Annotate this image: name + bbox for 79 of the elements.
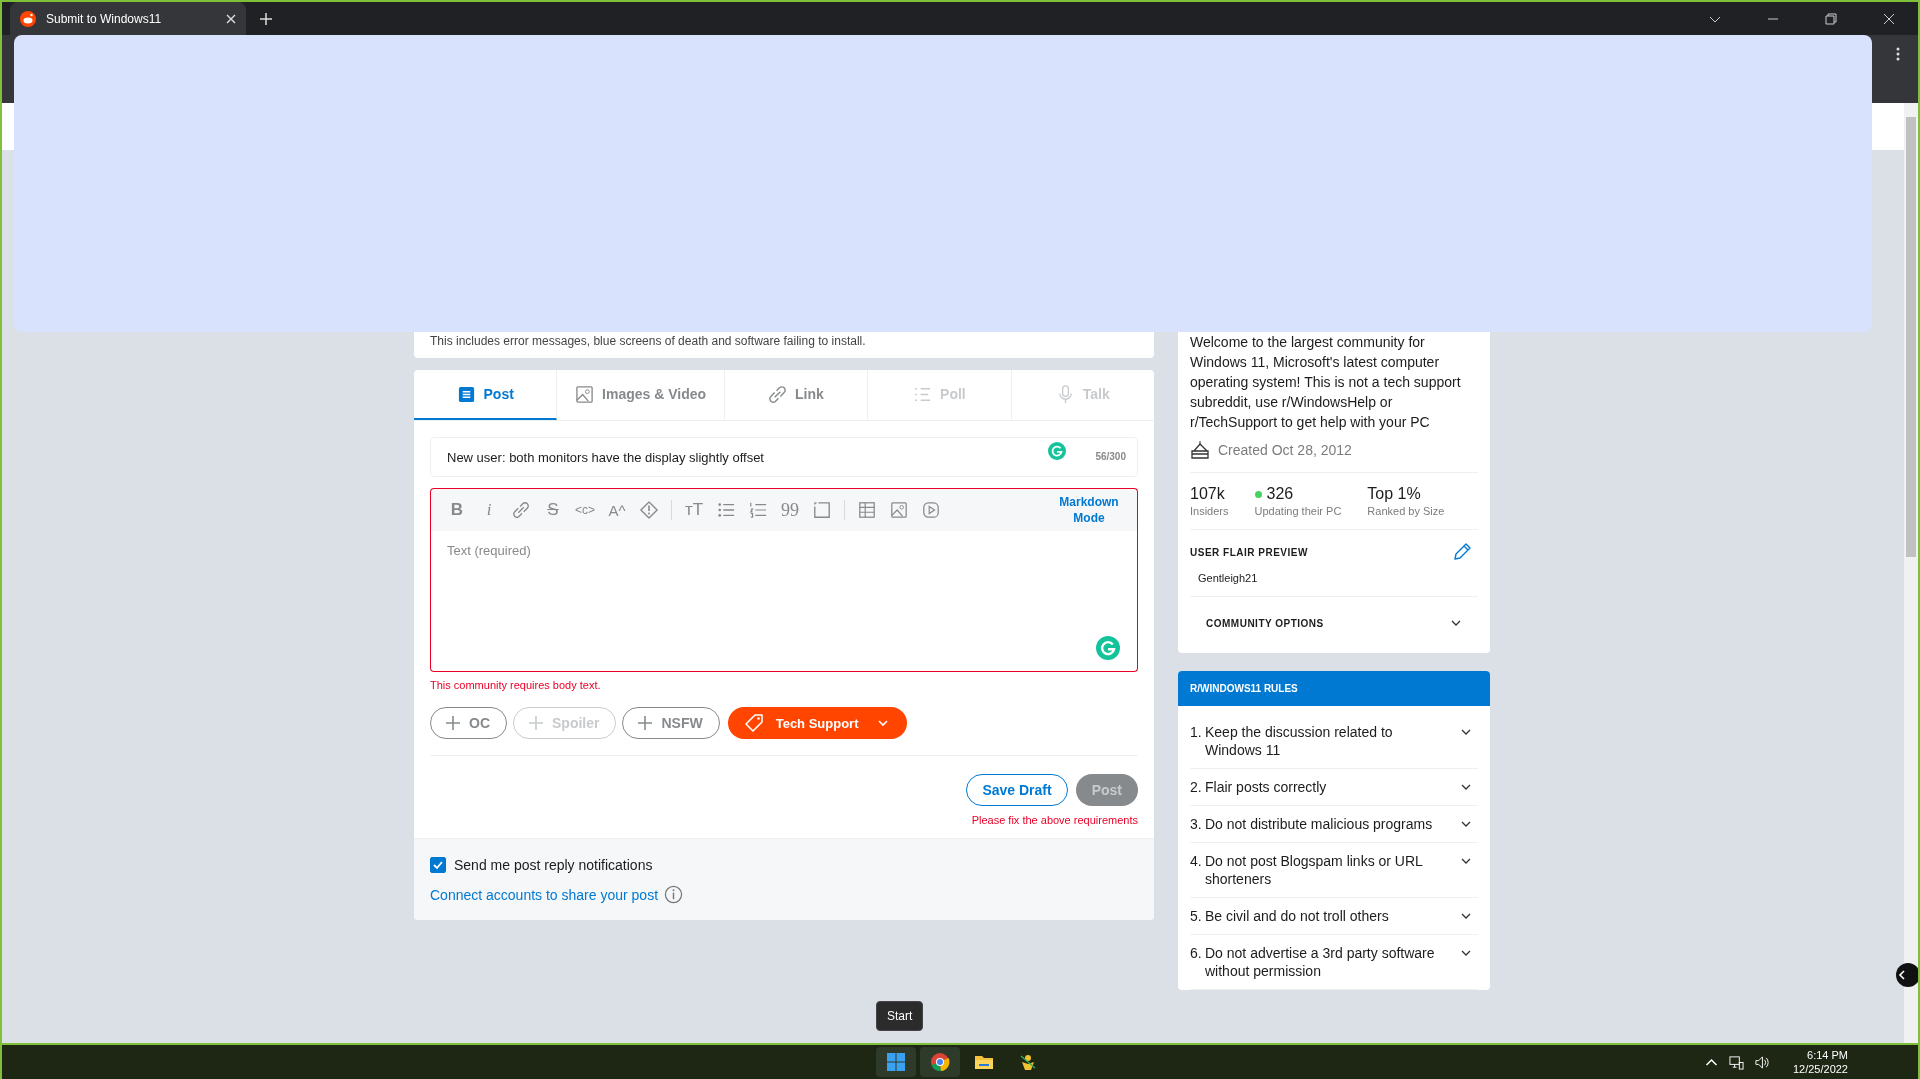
numbered-list-icon	[749, 501, 767, 519]
rule-item[interactable]: 4. Do not post Blogspam links or URL shorteners	[1190, 843, 1478, 898]
rule-item[interactable]: 1. Keep the discussion related to Windows 11	[1190, 714, 1478, 769]
pencil-icon[interactable]	[1452, 542, 1472, 562]
italic-button[interactable]: i	[473, 496, 505, 524]
save-draft-button[interactable]: Save Draft	[966, 774, 1068, 806]
created-date: Created Oct 28, 2012	[1218, 442, 1352, 458]
menu-icon[interactable]	[1896, 47, 1900, 61]
clock-time: 6:14 PM	[1807, 1048, 1848, 1062]
section-heading: USER FLAIR PREVIEW	[1190, 546, 1308, 558]
quote-button[interactable]: 99	[774, 496, 806, 524]
link-icon	[768, 384, 788, 404]
rule-item[interactable]: 5. Be civil and do not troll others	[1190, 898, 1478, 935]
error-message: This community requires body text.	[430, 679, 602, 691]
stat-value: 326	[1266, 485, 1294, 503]
table-icon	[858, 501, 876, 519]
plus-icon	[637, 715, 654, 731]
speaker-icon[interactable]	[1753, 1054, 1769, 1070]
image-icon	[890, 501, 908, 519]
post-type-tab[interactable]: Images & Video	[557, 370, 725, 420]
body-text-field[interactable]: Text (required)	[430, 531, 1138, 672]
network-icon[interactable]	[1728, 1054, 1744, 1070]
cake-icon	[1190, 440, 1210, 460]
scrollbar[interactable]	[1904, 103, 1918, 1043]
browser-app-button[interactable]	[920, 1047, 960, 1077]
tag-icon	[743, 713, 764, 733]
stat-label: Ranked by Size	[1367, 505, 1445, 517]
post-type-tab[interactable]: Link	[724, 370, 869, 420]
community-options-toggle[interactable]: COMMUNITY OPTIONS	[1190, 609, 1478, 643]
info-icon[interactable]	[664, 885, 684, 904]
bold-button[interactable]: B	[441, 496, 473, 524]
caret-icon	[876, 717, 889, 729]
error-message: Please fix the above requirements	[970, 814, 1138, 826]
rule-item[interactable]: 3. Do not distribute malicious programs	[1190, 806, 1478, 843]
browser-tab[interactable]: Submit to Windows11	[10, 2, 246, 35]
document-icon	[456, 384, 476, 404]
close-tab-icon[interactable]	[226, 13, 236, 24]
warning-diamond-icon	[640, 501, 658, 519]
check-icon	[432, 859, 444, 871]
checkbox[interactable]	[430, 857, 446, 873]
stat-label: Insiders	[1190, 505, 1229, 517]
restore-icon[interactable]	[1825, 12, 1837, 25]
site-icon	[20, 10, 36, 27]
browser-icon	[930, 1052, 950, 1072]
close-icon[interactable]	[1883, 12, 1895, 25]
code-block-icon	[813, 501, 831, 519]
rules-title: R/WINDOWS11 RULES	[1178, 671, 1490, 706]
stat-value: Top 1%	[1367, 485, 1421, 503]
plus-icon	[528, 715, 544, 731]
play-icon	[922, 501, 940, 519]
rule-item[interactable]: 6. Do not advertise a 3rd party software without permission	[1190, 935, 1478, 990]
post-type-tab[interactable]: Post	[414, 370, 558, 420]
strikethrough-button[interactable]: S	[537, 496, 569, 524]
stat-label: Updating their PC	[1254, 505, 1342, 517]
image-icon	[575, 384, 595, 404]
app-icon	[1018, 1052, 1038, 1072]
bulleted-list-icon	[717, 501, 735, 519]
user-flair: Gentleigh21	[1198, 572, 1259, 584]
rule-item[interactable]: 2. Flair posts correctly	[1190, 769, 1478, 806]
markdown-mode-button[interactable]: Markdown Mode	[1053, 494, 1125, 526]
tag-toggle-button[interactable]: NSFW	[622, 707, 720, 739]
clock-date: 12/25/2022	[1792, 1062, 1848, 1076]
inline-code-button[interactable]: <c>	[569, 496, 601, 524]
checkbox-label: Send me post reply notifications	[454, 857, 653, 873]
flair-button[interactable]: Tech Support	[727, 707, 907, 739]
heading-button[interactable]: тT	[678, 496, 710, 524]
community-description: Welcome to the largest community for Windows 11, Microsoft's latest computer operating system! This is not a tech support subreddit, use r/WindowsHelp or r/TechSupport to get help with your PC	[1190, 333, 1462, 432]
tooltip: Start	[876, 1001, 924, 1031]
link-icon	[512, 501, 530, 519]
connect-accounts-link[interactable]: Connect accounts to share your post	[430, 886, 659, 903]
stat-value: 107k	[1190, 485, 1225, 503]
tag-toggle-button[interactable]: OC	[430, 707, 507, 739]
plus-icon	[445, 715, 461, 731]
new-tab-icon[interactable]	[260, 12, 272, 25]
superscript-button[interactable]: A^	[601, 496, 633, 524]
start-button[interactable]	[876, 1047, 916, 1077]
character-counter: 56/300	[1095, 451, 1126, 462]
windows-logo-icon	[886, 1052, 906, 1072]
community-note: This includes error messages, blue screens of death and software failing to install.	[430, 334, 866, 348]
